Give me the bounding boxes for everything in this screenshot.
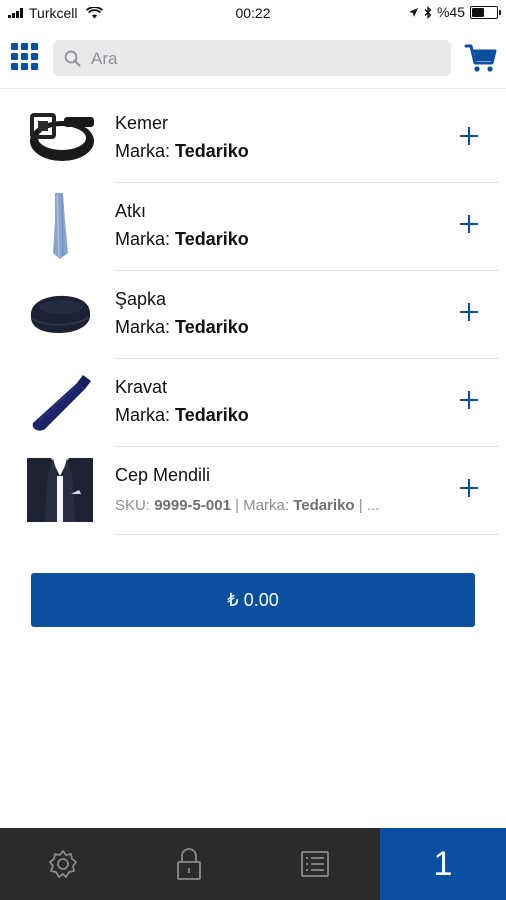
brand-value: Tedariko <box>175 141 249 161</box>
sku-label: SKU: <box>115 497 151 514</box>
tab-settings[interactable] <box>0 828 126 900</box>
header <box>0 26 506 88</box>
belt-icon <box>20 103 100 173</box>
brand-label: Marka: <box>243 497 290 514</box>
cart-icon[interactable] <box>464 42 498 74</box>
lock-icon <box>177 848 201 880</box>
tab-lock[interactable] <box>126 828 252 900</box>
status-bar: Turkcell 00:22 %45 <box>0 0 506 26</box>
sku-value: 9999-5-001 <box>154 497 231 514</box>
add-button[interactable] <box>454 121 484 151</box>
product-name: Atkı <box>115 201 147 221</box>
brand-label: Marka: <box>115 317 171 337</box>
meta-separator: | <box>235 497 239 514</box>
battery-percent: %45 <box>436 4 465 20</box>
search-bar[interactable] <box>53 40 451 78</box>
gear-icon <box>49 850 77 878</box>
product-brand: Marka: Tedariko <box>115 405 249 426</box>
product-brand: Marka: Tedariko <box>115 317 249 338</box>
product-brand: Marka: Tedariko <box>115 141 249 162</box>
product-brand: Marka: Tedariko <box>115 229 249 250</box>
battery-icon <box>470 5 501 19</box>
brand-label: Marka: <box>115 229 171 249</box>
tab-bar: 1 <box>0 828 506 900</box>
scarf-icon <box>20 191 100 261</box>
search-input[interactable] <box>89 40 443 78</box>
list-icon <box>301 851 329 877</box>
row-divider <box>115 534 500 535</box>
header-divider <box>0 88 506 89</box>
brand-value: Tedariko <box>175 317 249 337</box>
brand-label: Marka: <box>115 141 171 161</box>
product-list: Kemer Marka: Tedariko Atkı Marka: Tedari… <box>0 95 506 535</box>
product-name: Kravat <box>115 377 168 397</box>
status-right: %45 <box>408 4 501 20</box>
add-button[interactable] <box>454 209 484 239</box>
cart-count-tab[interactable]: 1 <box>380 828 506 900</box>
grid-icon[interactable] <box>11 43 39 71</box>
location-icon <box>408 7 418 17</box>
add-button[interactable] <box>454 473 484 503</box>
product-item-kemer[interactable]: Kemer Marka: Tedariko <box>0 95 506 183</box>
product-item-sapka[interactable]: Şapka Marka: Tedariko <box>0 271 506 359</box>
suit-icon <box>20 455 100 525</box>
bluetooth-icon <box>424 5 432 19</box>
tie-icon <box>20 367 100 437</box>
search-icon <box>64 50 81 67</box>
product-name: Şapka <box>115 289 167 309</box>
meta-separator: | ... <box>358 497 380 514</box>
tab-list[interactable] <box>252 828 378 900</box>
product-item-cep-mendili[interactable]: Cep Mendili SKU: 9999-5-001 | Marka: Ted… <box>0 447 506 535</box>
brand-value: Tedariko <box>175 229 249 249</box>
product-item-atki[interactable]: Atkı Marka: Tedariko <box>0 183 506 271</box>
hat-icon <box>20 279 100 349</box>
product-meta: SKU: 9999-5-001 | Marka: Tedariko | ... <box>115 497 379 514</box>
brand-value: Tedariko <box>175 405 249 425</box>
brand-value: Tedariko <box>293 497 355 514</box>
product-name: Kemer <box>115 113 169 133</box>
total-button[interactable]: ₺ 0.00 <box>31 573 475 627</box>
add-button[interactable] <box>454 297 484 327</box>
product-item-kravat[interactable]: Kravat Marka: Tedariko <box>0 359 506 447</box>
product-name: Cep Mendili <box>115 465 211 485</box>
brand-label: Marka: <box>115 405 171 425</box>
add-button[interactable] <box>454 385 484 415</box>
